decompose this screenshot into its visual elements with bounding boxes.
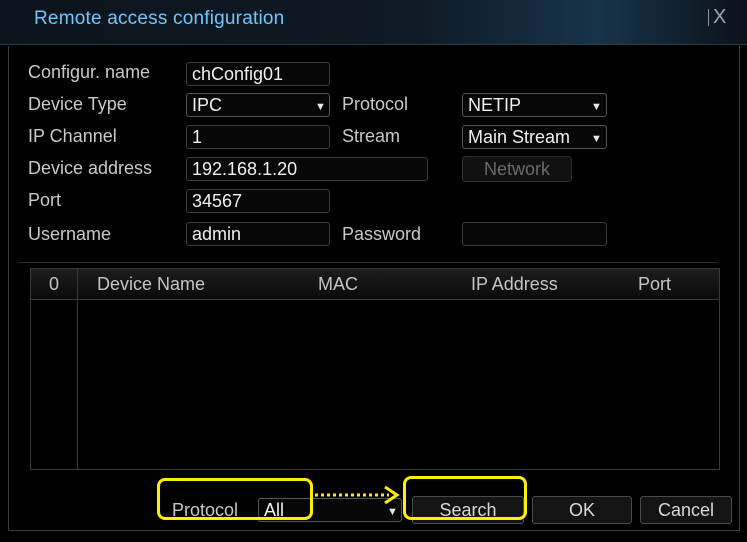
password-label: Password: [342, 224, 422, 244]
column-divider: [77, 269, 78, 469]
protocol-highlight-box: [157, 478, 313, 520]
port-label: Port: [28, 190, 62, 210]
config-name-input[interactable]: chConfig01: [186, 62, 330, 86]
device-address-input[interactable]: 192.168.1.20: [186, 157, 428, 181]
stream-value: Main Stream: [468, 127, 571, 147]
protocol-value: NETIP: [468, 95, 522, 115]
network-button[interactable]: Network: [462, 156, 572, 182]
title-bar: Remote access configuration X: [0, 0, 747, 45]
username-label: Username: [28, 224, 112, 244]
chevron-down-icon: ▼: [591, 101, 602, 113]
password-input[interactable]: [462, 222, 607, 246]
table-header: 0 Device Name MAC IP Address Port: [31, 269, 719, 300]
divider: [18, 262, 718, 263]
column-header-mac[interactable]: MAC: [318, 274, 358, 295]
username-input[interactable]: admin: [186, 222, 330, 246]
title-separator: [708, 9, 709, 26]
column-header-ip-address[interactable]: IP Address: [471, 274, 558, 295]
device-table[interactable]: 0 Device Name MAC IP Address Port: [30, 268, 720, 470]
ok-button[interactable]: OK: [532, 496, 632, 524]
port-input[interactable]: 34567: [186, 189, 330, 213]
column-header-device-name[interactable]: Device Name: [97, 274, 205, 295]
stream-select[interactable]: Main Stream ▼: [462, 125, 607, 149]
stream-label: Stream: [342, 126, 401, 146]
ip-channel-label: IP Channel: [28, 126, 117, 146]
device-address-label: Device address: [28, 158, 153, 178]
chevron-down-icon: ▼: [315, 101, 326, 113]
device-type-label: Device Type: [28, 94, 127, 114]
device-type-value: IPC: [192, 95, 223, 115]
config-name-label: Configur. name: [28, 62, 151, 82]
search-highlight-box: [403, 476, 527, 520]
column-header-index[interactable]: 0: [49, 274, 59, 295]
protocol-select[interactable]: NETIP ▼: [462, 93, 607, 117]
device-type-select[interactable]: IPC ▼: [186, 93, 330, 117]
chevron-down-icon: ▼: [591, 133, 602, 145]
ip-channel-input[interactable]: 1: [186, 125, 330, 149]
column-header-port[interactable]: Port: [638, 274, 671, 295]
close-icon[interactable]: X: [713, 6, 726, 28]
cancel-button[interactable]: Cancel: [640, 496, 732, 524]
dotted-arrow-icon: [315, 485, 400, 505]
protocol-label: Protocol: [342, 94, 409, 114]
window-title: Remote access configuration: [34, 8, 285, 29]
